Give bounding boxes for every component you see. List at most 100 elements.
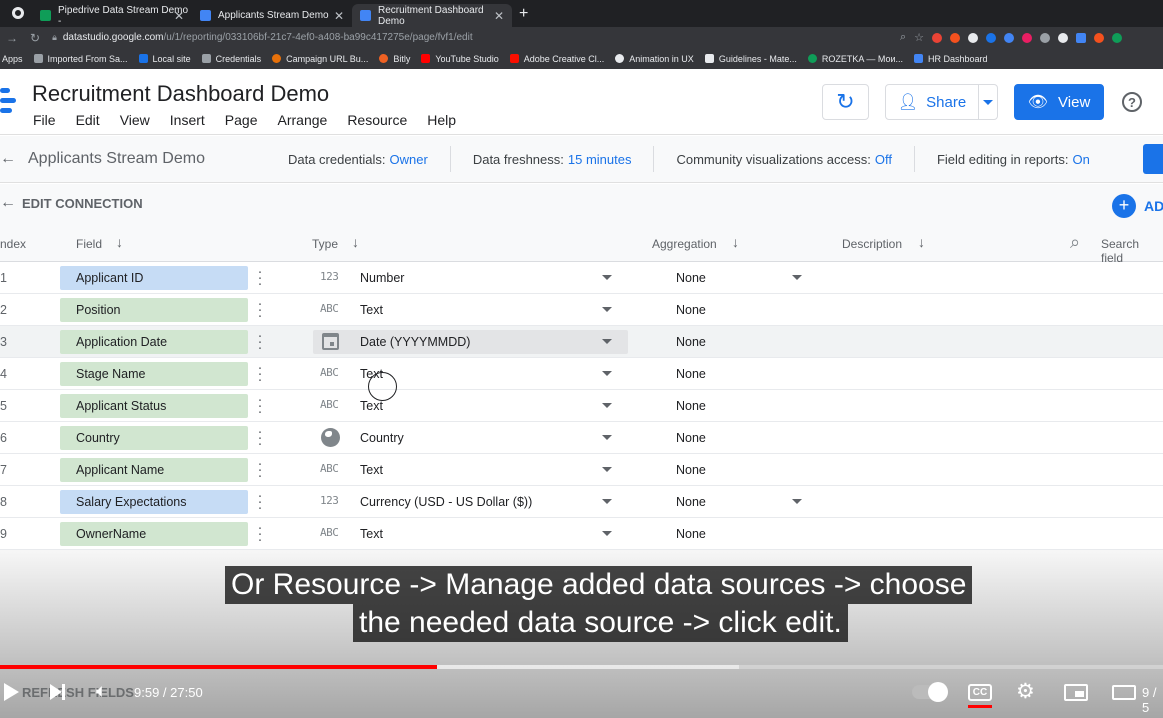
freshness-value[interactable]: 15 minutes xyxy=(568,152,632,167)
volume-icon[interactable]: 🔈︎ xyxy=(96,681,107,703)
field-name-chip[interactable]: Applicant ID xyxy=(60,266,248,290)
aggregation-dropdown-caret-icon[interactable] xyxy=(792,499,802,504)
close-tab-icon[interactable]: ✕ xyxy=(334,9,344,23)
type-dropdown-caret-icon[interactable] xyxy=(602,435,612,440)
menu-page[interactable]: Page xyxy=(225,112,258,128)
field-name-chip[interactable]: OwnerName xyxy=(60,522,248,546)
captions-button[interactable]: CC xyxy=(968,684,992,701)
table-row[interactable]: 6 Country · · · Country None xyxy=(0,422,1163,454)
bookmark-item[interactable]: Campaign URL Bu... xyxy=(272,54,368,64)
credentials-value[interactable]: Owner xyxy=(390,152,428,167)
more-options-icon[interactable]: · · · xyxy=(256,520,264,547)
bookmark-item[interactable]: ROZETKA — Мои... xyxy=(807,54,903,64)
next-icon[interactable] xyxy=(50,684,62,700)
bookmark-item[interactable]: Animation in UX xyxy=(615,54,694,64)
table-row[interactable]: 5 Applicant Status · · · ABC Text None xyxy=(0,390,1163,422)
bookmark-item[interactable]: Credentials xyxy=(201,54,261,64)
extension-icon[interactable] xyxy=(1076,33,1087,43)
field-name-chip[interactable]: Country xyxy=(60,426,248,450)
more-options-icon[interactable]: · · · xyxy=(256,424,264,451)
more-options-icon[interactable]: · · · xyxy=(256,456,264,483)
menu-resource[interactable]: Resource xyxy=(347,112,407,128)
extension-icon[interactable] xyxy=(1058,33,1069,43)
field-name-chip[interactable]: Application Date xyxy=(60,330,248,354)
table-row[interactable]: 8 Salary Expectations · · · 123 Currency (USD … xyxy=(0,486,1163,518)
header-aggregation[interactable]: Aggregation xyxy=(652,237,717,251)
bookmark-item[interactable]: Apps xyxy=(2,54,23,64)
type-dropdown-caret-icon[interactable] xyxy=(602,307,612,312)
menu-view[interactable]: View xyxy=(120,112,150,128)
refresh-data-button[interactable]: ↻ xyxy=(822,84,869,120)
theater-mode-icon[interactable] xyxy=(1112,685,1136,700)
menu-help[interactable]: Help xyxy=(427,112,456,128)
header-description[interactable]: Description xyxy=(842,237,902,251)
datastudio-logo-icon[interactable] xyxy=(0,88,20,116)
extension-icon[interactable] xyxy=(950,33,961,43)
sort-arrow-icon[interactable]: ↓ xyxy=(116,234,123,250)
extension-icon[interactable] xyxy=(932,33,943,43)
table-row[interactable]: 2 Position · · · ABC Text None xyxy=(0,294,1163,326)
more-options-icon[interactable]: · · · xyxy=(256,488,264,515)
bookmark-item[interactable]: YouTube Studio xyxy=(421,54,499,64)
table-row[interactable]: 4 Stage Name · · · ABC Text None xyxy=(0,358,1163,390)
close-tab-icon[interactable]: ✕ xyxy=(174,9,184,23)
edit-connection-button[interactable]: EDIT CONNECTION xyxy=(22,196,143,211)
sort-arrow-icon[interactable]: ↓ xyxy=(918,234,925,250)
back-arrow-icon[interactable]: ← xyxy=(0,150,16,168)
play-icon[interactable] xyxy=(4,683,19,701)
table-row[interactable]: 1 Applicant ID · · · 123 Number None xyxy=(0,262,1163,294)
more-options-icon[interactable]: · · · xyxy=(256,328,264,355)
bookmark-item[interactable]: Adobe Creative Cl... xyxy=(509,54,604,64)
type-dropdown-caret-icon[interactable] xyxy=(602,531,612,536)
bookmark-item[interactable]: HR Dashboard xyxy=(914,54,988,64)
community-value[interactable]: Off xyxy=(875,152,892,167)
field-name-chip[interactable]: Salary Expectations xyxy=(60,490,248,514)
menu-edit[interactable]: Edit xyxy=(76,112,100,128)
bookmark-item[interactable]: Imported From Sa... xyxy=(33,54,128,64)
field-name-chip[interactable]: Position xyxy=(60,298,248,322)
menu-insert[interactable]: Insert xyxy=(170,112,205,128)
bookmark-star-icon[interactable]: ☆ xyxy=(914,31,924,44)
bookmark-item[interactable]: Bitly xyxy=(379,54,410,64)
add-field-label[interactable]: AD xyxy=(1144,198,1163,214)
more-options-icon[interactable]: · · · xyxy=(256,296,264,323)
new-tab-button[interactable]: + xyxy=(519,5,528,23)
header-type[interactable]: Type xyxy=(312,237,338,251)
menu-arrange[interactable]: Arrange xyxy=(278,112,328,128)
miniplayer-icon[interactable] xyxy=(1064,684,1088,701)
extension-icon[interactable] xyxy=(1094,33,1105,43)
type-dropdown-caret-icon[interactable] xyxy=(602,275,612,280)
more-options-icon[interactable]: · · · xyxy=(256,360,264,387)
extension-icon[interactable] xyxy=(1040,33,1051,43)
extension-icon[interactable] xyxy=(968,33,979,43)
forward-icon[interactable]: → xyxy=(6,31,18,45)
share-button[interactable]: 👤︎ Share xyxy=(885,84,979,120)
field-editing-value[interactable]: On xyxy=(1072,152,1089,167)
autoplay-toggle[interactable] xyxy=(912,682,948,702)
search-fields-input[interactable]: Search field xyxy=(1101,237,1163,265)
more-options-icon[interactable]: · · · xyxy=(256,264,264,291)
sort-arrow-icon[interactable]: ↓ xyxy=(352,234,359,250)
back-arrow-icon[interactable]: ← xyxy=(0,194,16,212)
help-icon[interactable]: ? xyxy=(1122,92,1142,112)
field-name-chip[interactable]: Applicant Name xyxy=(60,458,248,482)
type-dropdown-caret-icon[interactable] xyxy=(602,403,612,408)
add-icon[interactable]: + xyxy=(1112,194,1136,218)
zoom-icon[interactable]: ⌕ xyxy=(900,31,906,44)
browser-tab-active[interactable]: Recruitment Dashboard Demo ✕ xyxy=(352,4,512,27)
header-field[interactable]: Field xyxy=(76,237,102,251)
menu-file[interactable]: File xyxy=(33,112,56,128)
table-row[interactable]: 3 Application Date · · · Date (YYYYMMDD) None xyxy=(0,326,1163,358)
bookmark-item[interactable]: Local site xyxy=(138,54,191,64)
bookmark-item[interactable]: Guidelines - Mate... xyxy=(704,54,797,64)
type-dropdown-caret-icon[interactable] xyxy=(602,371,612,376)
aggregation-dropdown-caret-icon[interactable] xyxy=(792,275,802,280)
type-dropdown-caret-icon[interactable] xyxy=(602,339,612,344)
type-dropdown-caret-icon[interactable] xyxy=(602,499,612,504)
search-icon[interactable]: ⌕ xyxy=(1070,232,1080,253)
video-progress-bar[interactable] xyxy=(0,665,1163,669)
close-tab-icon[interactable]: ✕ xyxy=(494,9,504,23)
share-dropdown-button[interactable] xyxy=(978,84,998,120)
url-text[interactable]: datastudio.google.com/u/1/reporting/0331… xyxy=(63,32,473,43)
settings-gear-icon[interactable]: ⚙︎ xyxy=(1016,679,1035,704)
